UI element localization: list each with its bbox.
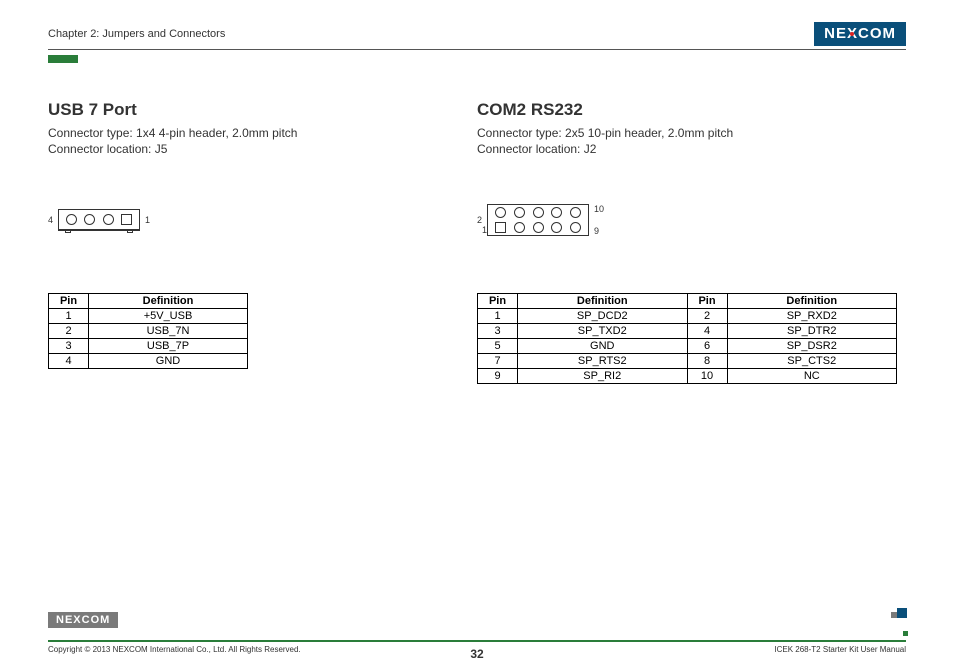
com2-pin2-label: 2 [477, 215, 482, 225]
usb7-title: USB 7 Port [48, 100, 457, 120]
usb7-pinout-table: Pin Definition 1+5V_USB 2USB_7N 3USB_7P … [48, 293, 248, 369]
footer-logo: NEXCOM [48, 612, 118, 628]
page-number: 32 [470, 647, 483, 661]
connector-2x5-icon [487, 204, 589, 236]
pin-square-icon [495, 222, 506, 233]
pin-circle-icon [533, 222, 544, 233]
com2-pin9-label: 9 [594, 226, 604, 236]
footer-decoration-icon [891, 600, 908, 636]
usb7-connector-diagram: 4 1 [48, 202, 457, 238]
table-row: 5GND6SP_DSR2 [478, 339, 897, 354]
usb7-pin1-label: 1 [145, 215, 150, 225]
com2-desc: Connector type: 2x5 10-pin header, 2.0mm… [477, 125, 886, 157]
com2-pinout-table: Pin Definition Pin Definition 1SP_DCD22S… [477, 293, 897, 384]
brand-logo: NEXCOM [814, 22, 906, 46]
doc-title: ICEK 268-T2 Starter Kit User Manual [774, 645, 906, 654]
usb7-desc: Connector type: 1x4 4-pin header, 2.0mm … [48, 125, 457, 157]
pin-square-icon [121, 214, 132, 225]
com2-title: COM2 RS232 [477, 100, 886, 120]
pin-circle-icon [495, 207, 506, 218]
copyright-text: Copyright © 2013 NEXCOM International Co… [48, 645, 301, 654]
com2-pin10-label: 10 [594, 204, 604, 214]
pin-circle-icon [570, 207, 581, 218]
pin-circle-icon [514, 207, 525, 218]
usb7-desc-line1: Connector type: 1x4 4-pin header, 2.0mm … [48, 126, 297, 140]
page-footer: NEXCOM Copyright © 2013 NEXCOM Internati… [48, 610, 906, 654]
chapter-label: Chapter 2: Jumpers and Connectors [48, 28, 225, 40]
pin-circle-icon [533, 207, 544, 218]
pin-circle-icon [103, 214, 114, 225]
col-def: Definition [518, 294, 688, 309]
pin-circle-icon [570, 222, 581, 233]
table-row: 9SP_RI210NC [478, 369, 897, 384]
usb7-desc-line2: Connector location: J5 [48, 142, 167, 156]
col-def: Definition [89, 294, 248, 309]
col-pin: Pin [478, 294, 518, 309]
com2-desc-line1: Connector type: 2x5 10-pin header, 2.0mm… [477, 126, 733, 140]
table-row: 2USB_7N [49, 324, 248, 339]
pin-circle-icon [551, 207, 562, 218]
usb7-pin4-label: 4 [48, 215, 53, 225]
col-pin: Pin [687, 294, 727, 309]
pin-circle-icon [66, 214, 77, 225]
com2-pin1-label: 1 [482, 225, 487, 235]
col-pin: Pin [49, 294, 89, 309]
pin-circle-icon [514, 222, 525, 233]
com2-desc-line2: Connector location: J2 [477, 142, 596, 156]
pin-circle-icon [551, 222, 562, 233]
table-row: 1+5V_USB [49, 309, 248, 324]
table-row: 7SP_RTS28SP_CTS2 [478, 354, 897, 369]
com2-connector-diagram: 2 [477, 202, 886, 238]
header-rule [48, 49, 906, 50]
section-accent [48, 55, 78, 63]
table-row: 4GND [49, 354, 248, 369]
col-def: Definition [727, 294, 896, 309]
footer-rule [48, 640, 906, 642]
pin-circle-icon [84, 214, 95, 225]
table-row: 3USB_7P [49, 339, 248, 354]
table-row: 1SP_DCD22SP_RXD2 [478, 309, 897, 324]
table-row: 3SP_TXD24SP_DTR2 [478, 324, 897, 339]
connector-1x4-icon [58, 209, 140, 231]
